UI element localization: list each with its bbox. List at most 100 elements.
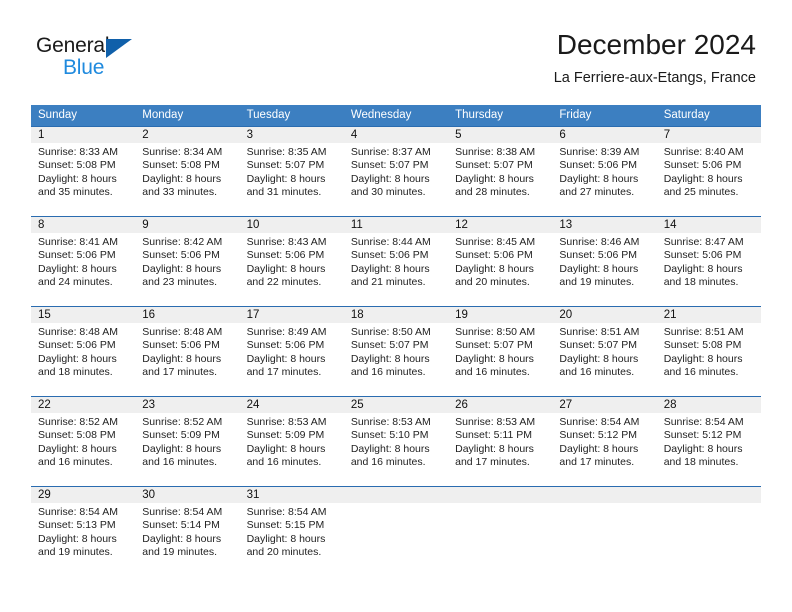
day-cell[interactable]: 23 Sunrise: 8:52 AM Sunset: 5:09 PM Dayl… <box>135 397 240 486</box>
day-cell[interactable]: 31 Sunrise: 8:54 AM Sunset: 5:15 PM Dayl… <box>239 487 344 576</box>
calendar-grid: Sunday Monday Tuesday Wednesday Thursday… <box>31 105 761 576</box>
sunset-text: Sunset: 5:08 PM <box>38 159 116 172</box>
day-cell[interactable]: 28 Sunrise: 8:54 AM Sunset: 5:12 PM Dayl… <box>656 397 761 486</box>
daylight-text-line2: and 16 minutes. <box>350 366 426 379</box>
day-cell[interactable]: 9 Sunrise: 8:42 AM Sunset: 5:06 PM Dayli… <box>135 217 240 306</box>
day-cell[interactable]: 18 Sunrise: 8:50 AM Sunset: 5:07 PM Dayl… <box>343 307 449 396</box>
day-info: Sunrise: 8:38 AM Sunset: 5:07 PM Dayligh… <box>448 143 552 200</box>
daylight-text-line1: Daylight: 8 hours <box>350 172 430 185</box>
day-cell[interactable]: 8 Sunrise: 8:41 AM Sunset: 5:06 PM Dayli… <box>31 217 136 306</box>
sunrise-text: Sunrise: 8:42 AM <box>142 236 223 248</box>
day-cell[interactable]: 15 Sunrise: 8:48 AM Sunset: 5:06 PM Dayl… <box>31 307 136 396</box>
day-cell[interactable]: 14 Sunrise: 8:47 AM Sunset: 5:06 PM Dayl… <box>656 217 761 306</box>
day-cell[interactable]: 20 Sunrise: 8:51 AM Sunset: 5:07 PM Dayl… <box>552 307 657 396</box>
day-cell[interactable]: 12 Sunrise: 8:45 AM Sunset: 5:06 PM Dayl… <box>448 217 553 306</box>
daylight-text-line1: Daylight: 8 hours <box>142 262 222 275</box>
day-cell[interactable]: 26 Sunrise: 8:53 AM Sunset: 5:11 PM Dayl… <box>448 397 553 486</box>
day-number: 6 <box>552 127 657 143</box>
daylight-text-line1: Daylight: 8 hours <box>38 262 117 275</box>
daylight-text-line1: Daylight: 8 hours <box>142 532 222 545</box>
day-cell[interactable]: 4 Sunrise: 8:37 AM Sunset: 5:07 PM Dayli… <box>343 127 449 216</box>
brand-logo[interactable]: General Blue <box>36 34 236 88</box>
sunrise-text: Sunrise: 8:51 AM <box>559 326 640 338</box>
day-cell[interactable]: 5 Sunrise: 8:38 AM Sunset: 5:07 PM Dayli… <box>448 127 553 216</box>
sunrise-text: Sunrise: 8:34 AM <box>142 146 223 158</box>
sunset-text: Sunset: 5:10 PM <box>350 429 429 442</box>
daylight-text-line1: Daylight: 8 hours <box>455 262 534 275</box>
day-cell[interactable]: 29 Sunrise: 8:54 AM Sunset: 5:13 PM Dayl… <box>31 487 136 576</box>
day-info: Sunrise: 8:50 AM Sunset: 5:07 PM Dayligh… <box>448 323 552 380</box>
day-cell[interactable]: 30 Sunrise: 8:54 AM Sunset: 5:14 PM Dayl… <box>135 487 240 576</box>
daylight-text-line1: Daylight: 8 hours <box>38 442 117 455</box>
weekday-header-monday: Monday <box>142 109 184 121</box>
daylight-text-line1: Daylight: 8 hours <box>350 262 430 275</box>
sunrise-text: Sunrise: 8:53 AM <box>350 416 431 428</box>
day-cell[interactable]: 16 Sunrise: 8:48 AM Sunset: 5:06 PM Dayl… <box>135 307 240 396</box>
day-info: Sunrise: 8:48 AM Sunset: 5:06 PM Dayligh… <box>135 323 239 380</box>
daylight-text-line1: Daylight: 8 hours <box>559 262 639 275</box>
sunrise-text: Sunrise: 8:53 AM <box>455 416 536 428</box>
sunset-text: Sunset: 5:13 PM <box>38 519 116 532</box>
day-number: 2 <box>135 127 240 143</box>
sunrise-text: Sunrise: 8:49 AM <box>246 326 327 338</box>
day-cell[interactable]: 13 Sunrise: 8:46 AM Sunset: 5:06 PM Dayl… <box>552 217 657 306</box>
day-cell-empty <box>656 487 761 576</box>
daylight-text-line1: Daylight: 8 hours <box>38 532 117 545</box>
sunset-text: Sunset: 5:07 PM <box>455 159 533 172</box>
day-cell[interactable]: 22 Sunrise: 8:52 AM Sunset: 5:08 PM Dayl… <box>31 397 136 486</box>
day-cell[interactable]: 24 Sunrise: 8:53 AM Sunset: 5:09 PM Dayl… <box>239 397 344 486</box>
daylight-text-line2: and 19 minutes. <box>38 546 113 559</box>
day-number: 11 <box>343 217 449 233</box>
sunrise-text: Sunrise: 8:48 AM <box>38 326 118 338</box>
day-number: 13 <box>552 217 657 233</box>
day-number <box>552 487 657 503</box>
daylight-text-line2: and 23 minutes. <box>142 276 217 289</box>
sunrise-text: Sunrise: 8:33 AM <box>38 146 118 158</box>
sunrise-text: Sunrise: 8:46 AM <box>559 236 640 248</box>
daylight-text-line1: Daylight: 8 hours <box>350 352 430 365</box>
day-number: 30 <box>135 487 240 503</box>
daylight-text-line2: and 19 minutes. <box>559 276 635 289</box>
day-number: 5 <box>448 127 553 143</box>
day-cell[interactable]: 11 Sunrise: 8:44 AM Sunset: 5:06 PM Dayl… <box>343 217 449 306</box>
daylight-text-line2: and 21 minutes. <box>350 276 426 289</box>
day-info: Sunrise: 8:35 AM Sunset: 5:07 PM Dayligh… <box>240 143 344 200</box>
sunset-text: Sunset: 5:09 PM <box>142 429 220 442</box>
week-row: 29 Sunrise: 8:54 AM Sunset: 5:13 PM Dayl… <box>31 486 761 576</box>
day-cell[interactable]: 25 Sunrise: 8:53 AM Sunset: 5:10 PM Dayl… <box>343 397 449 486</box>
day-number: 31 <box>239 487 344 503</box>
day-info: Sunrise: 8:52 AM Sunset: 5:08 PM Dayligh… <box>31 413 135 470</box>
day-cell[interactable]: 10 Sunrise: 8:43 AM Sunset: 5:06 PM Dayl… <box>239 217 344 306</box>
day-cell[interactable]: 6 Sunrise: 8:39 AM Sunset: 5:06 PM Dayli… <box>552 127 657 216</box>
sunrise-text: Sunrise: 8:52 AM <box>38 416 118 428</box>
day-cell[interactable]: 1 Sunrise: 8:33 AM Sunset: 5:08 PM Dayli… <box>31 127 136 216</box>
day-cell[interactable]: 17 Sunrise: 8:49 AM Sunset: 5:06 PM Dayl… <box>239 307 344 396</box>
day-cell[interactable]: 19 Sunrise: 8:50 AM Sunset: 5:07 PM Dayl… <box>448 307 553 396</box>
sunrise-text: Sunrise: 8:45 AM <box>455 236 536 248</box>
title-block: December 2024 La Ferriere-aux-Etangs, Fr… <box>554 28 756 88</box>
daylight-text-line1: Daylight: 8 hours <box>38 172 117 185</box>
sunset-text: Sunset: 5:07 PM <box>350 339 429 352</box>
weekday-header-sunday: Sunday <box>38 109 78 121</box>
day-cell[interactable]: 3 Sunrise: 8:35 AM Sunset: 5:07 PM Dayli… <box>239 127 344 216</box>
week-row: 22 Sunrise: 8:52 AM Sunset: 5:08 PM Dayl… <box>31 396 761 486</box>
day-info: Sunrise: 8:43 AM Sunset: 5:06 PM Dayligh… <box>240 233 344 290</box>
day-cell[interactable]: 27 Sunrise: 8:54 AM Sunset: 5:12 PM Dayl… <box>552 397 657 486</box>
sunrise-text: Sunrise: 8:54 AM <box>142 506 223 518</box>
day-cell[interactable]: 21 Sunrise: 8:51 AM Sunset: 5:08 PM Dayl… <box>656 307 761 396</box>
brand-name-general: General <box>36 34 110 57</box>
day-info: Sunrise: 8:54 AM Sunset: 5:12 PM Dayligh… <box>552 413 656 470</box>
sunset-text: Sunset: 5:06 PM <box>38 339 116 352</box>
day-cell[interactable]: 7 Sunrise: 8:40 AM Sunset: 5:06 PM Dayli… <box>656 127 761 216</box>
sunrise-text: Sunrise: 8:40 AM <box>663 146 744 158</box>
sunset-text: Sunset: 5:07 PM <box>455 339 533 352</box>
day-cell[interactable]: 2 Sunrise: 8:34 AM Sunset: 5:08 PM Dayli… <box>135 127 240 216</box>
daylight-text-line2: and 17 minutes. <box>455 456 530 469</box>
daylight-text-line2: and 16 minutes. <box>142 456 217 469</box>
day-number: 8 <box>31 217 136 233</box>
daylight-text-line2: and 24 minutes. <box>38 276 113 289</box>
day-cell-empty <box>448 487 553 576</box>
sunrise-text: Sunrise: 8:52 AM <box>142 416 223 428</box>
sunset-text: Sunset: 5:07 PM <box>350 159 429 172</box>
day-number: 14 <box>656 217 761 233</box>
